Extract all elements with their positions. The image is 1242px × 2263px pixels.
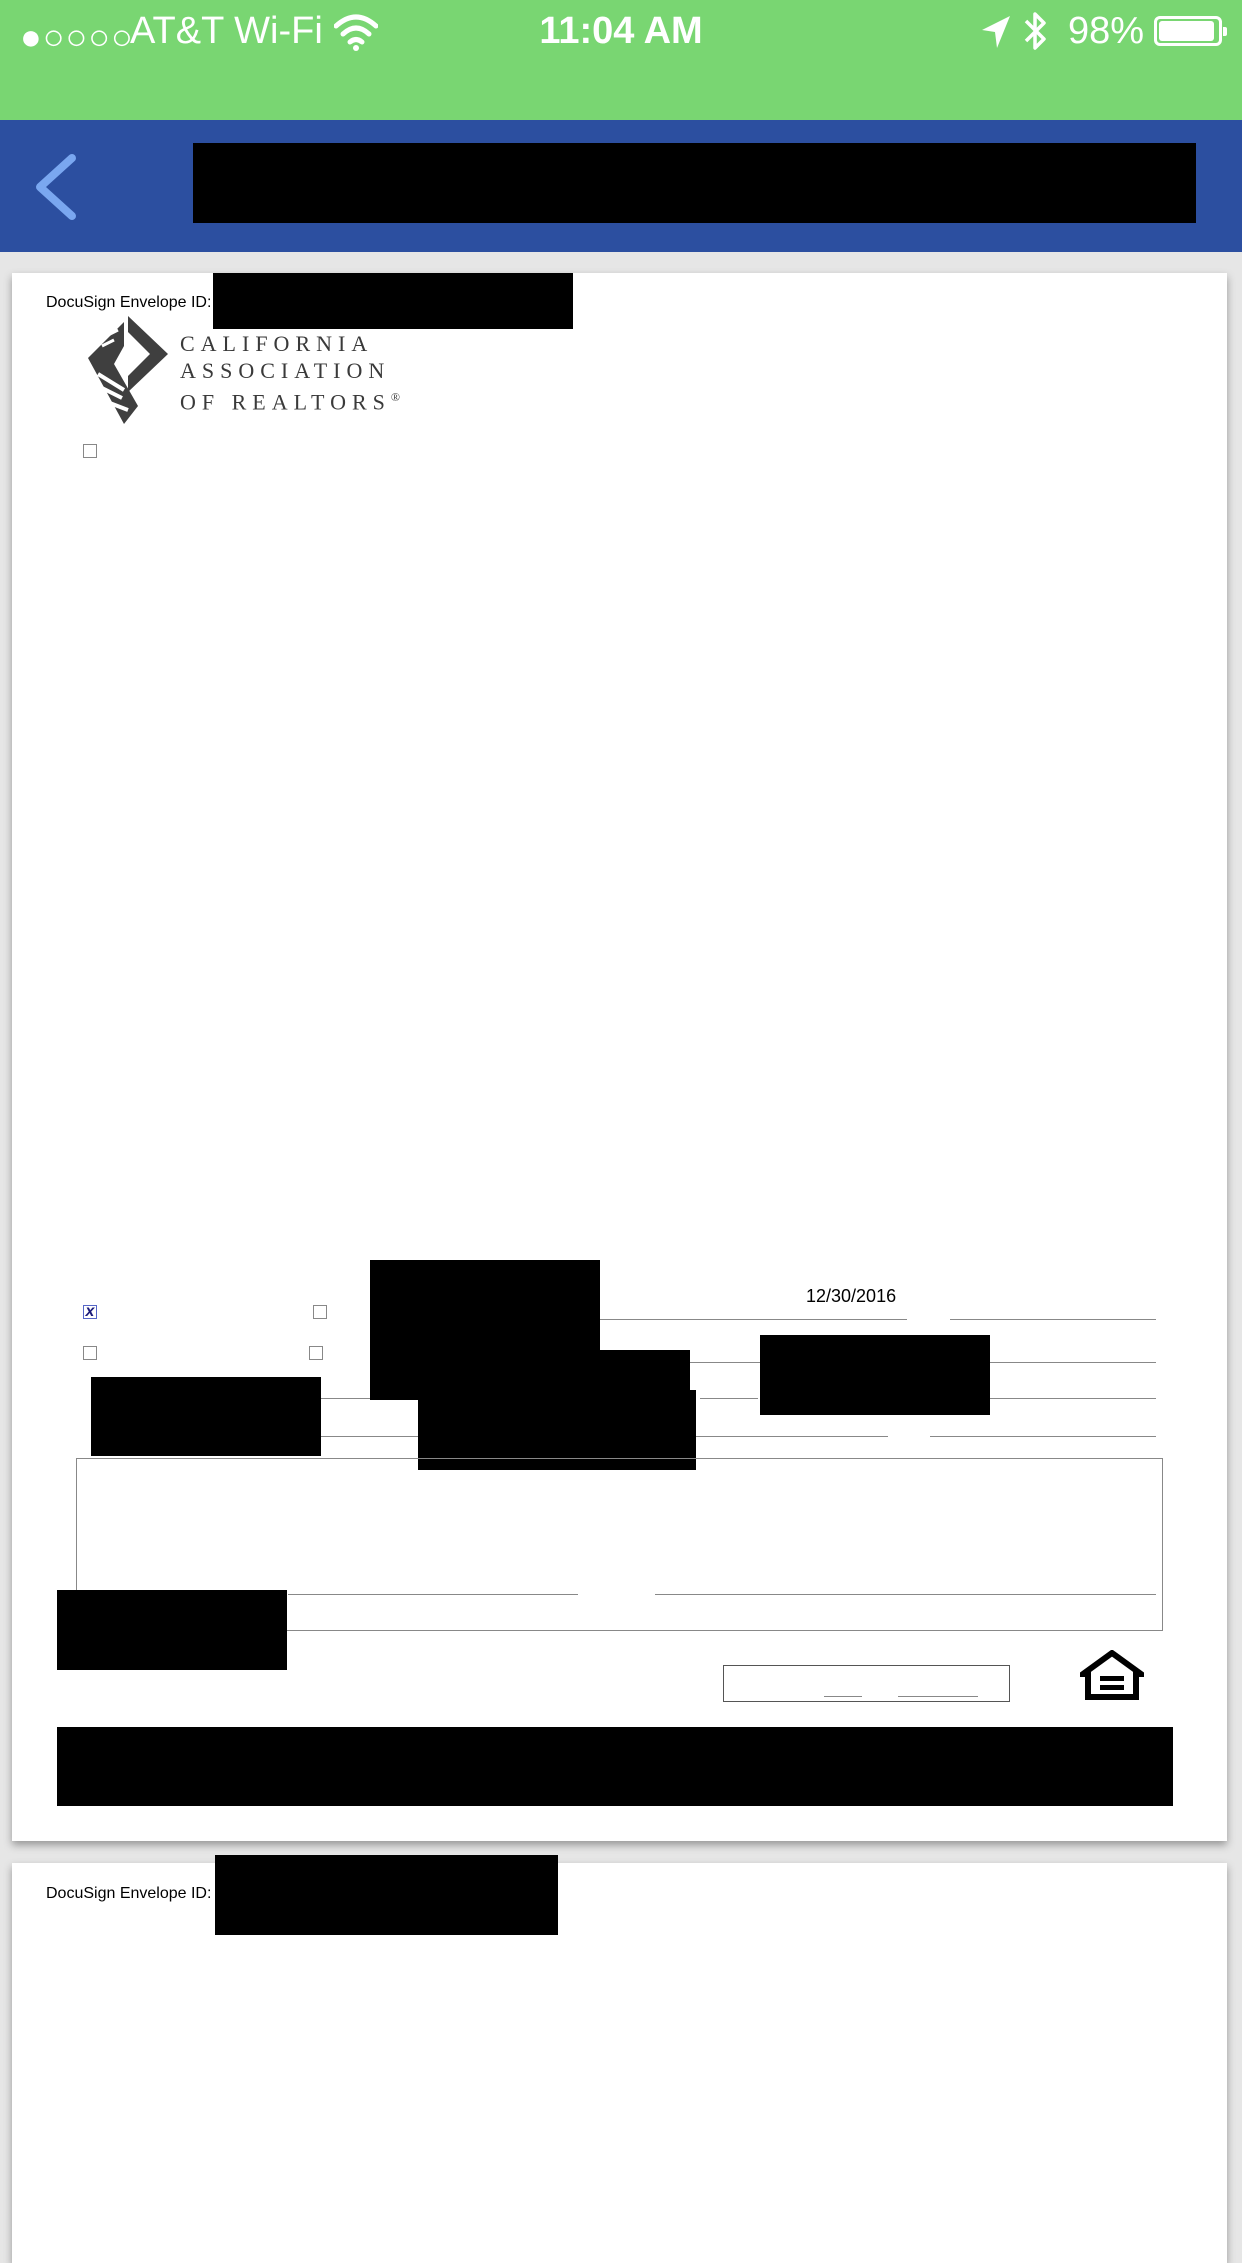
logo-line-3: OF REALTORS® bbox=[180, 384, 400, 415]
signature-line-4c bbox=[930, 1436, 1156, 1437]
battery-percentage: 98% bbox=[1068, 10, 1145, 52]
envelope-id-label-page2: DocuSign Envelope ID: bbox=[46, 1885, 212, 1902]
signature-redaction-1 bbox=[370, 1260, 600, 1400]
title-redaction bbox=[193, 143, 1196, 223]
logo-line-2: ASSOCIATION bbox=[180, 358, 391, 383]
envelope-id-label: DocuSign Envelope ID: bbox=[46, 294, 212, 311]
initials-line-2 bbox=[898, 1696, 978, 1697]
location-arrow-icon bbox=[982, 16, 1010, 48]
checkbox-4[interactable] bbox=[309, 1346, 323, 1360]
status-bar: ●○○○○ AT&T Wi-Fi 11:04 AM 98% bbox=[0, 0, 1242, 120]
checkbox-top[interactable] bbox=[83, 444, 97, 458]
battery-nub bbox=[1223, 27, 1227, 36]
bluetooth-icon bbox=[1024, 12, 1046, 50]
signature-line-4a bbox=[320, 1436, 420, 1437]
checkbox-2[interactable] bbox=[313, 1305, 327, 1319]
date-line-2 bbox=[950, 1319, 1156, 1320]
signature-redaction-3 bbox=[760, 1335, 990, 1415]
envelope-id-redaction bbox=[213, 273, 573, 329]
signature-redaction-4 bbox=[91, 1377, 321, 1456]
footer-redaction-2 bbox=[57, 1727, 1173, 1806]
signature-line-3c bbox=[990, 1398, 1156, 1399]
date-line-1 bbox=[600, 1319, 907, 1320]
signature-line-4b bbox=[696, 1436, 888, 1437]
envelope-id-redaction-page2 bbox=[215, 1855, 558, 1935]
document-page-2 bbox=[12, 1863, 1227, 2263]
battery-icon bbox=[1154, 16, 1227, 46]
broker-line-1 bbox=[288, 1594, 578, 1595]
nav-bar bbox=[0, 120, 1242, 252]
checkbox-3[interactable] bbox=[83, 1346, 97, 1360]
registered-mark: ® bbox=[390, 390, 401, 404]
back-button[interactable] bbox=[28, 152, 84, 222]
broker-line-2 bbox=[655, 1594, 1156, 1595]
car-logo-text: CALIFORNIA ASSOCIATION OF REALTORS® bbox=[180, 330, 400, 415]
checkbox-checked[interactable]: x bbox=[83, 1304, 97, 1320]
signature-line-2b bbox=[990, 1362, 1156, 1363]
equal-housing-icon bbox=[1080, 1650, 1144, 1700]
logo-line-1: CALIFORNIA bbox=[180, 331, 374, 356]
battery-fill bbox=[1159, 21, 1214, 41]
date-value: 12/30/2016 bbox=[806, 1286, 897, 1306]
initials-line-1 bbox=[824, 1696, 862, 1697]
logo-line-3-text: OF REALTORS bbox=[180, 389, 391, 415]
signature-line-2a bbox=[690, 1362, 760, 1363]
signature-line-3a bbox=[320, 1398, 370, 1399]
clock: 11:04 AM bbox=[539, 10, 703, 52]
footer-redaction-1 bbox=[57, 1590, 287, 1670]
car-logo-icon bbox=[88, 316, 168, 424]
signature-line-3b bbox=[700, 1398, 758, 1399]
